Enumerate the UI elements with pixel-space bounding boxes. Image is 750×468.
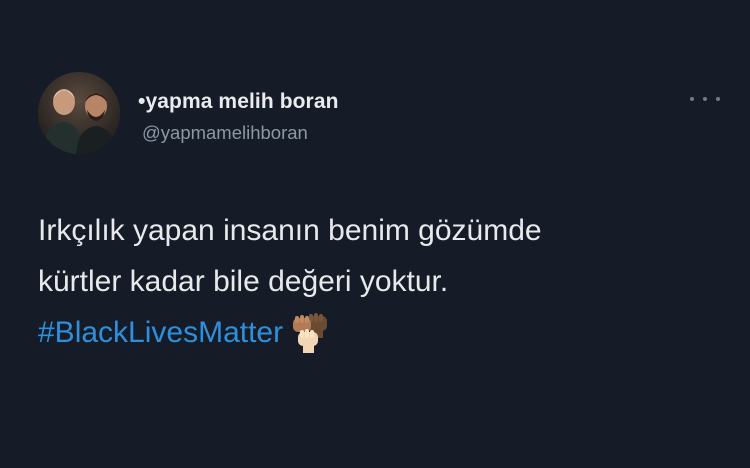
more-dot (716, 97, 720, 101)
more-options-icon[interactable] (690, 92, 720, 106)
hashtag-line: #BlackLivesMatter (38, 307, 718, 358)
tweet-text-line: Irkçılık yapan insanın benim gözümde (38, 214, 542, 247)
tweet-text-line: kürtler kadar bile değeri yoktur. (38, 265, 449, 298)
more-dot (690, 97, 694, 101)
user-handle[interactable]: @yapmamelihboran (142, 122, 308, 144)
profile-photo-icon (38, 72, 120, 154)
display-name[interactable]: •yapma melih boran (138, 90, 339, 114)
tweet-body: Irkçılık yapan insanın benim gözümde kür… (38, 205, 718, 358)
raised-fists-icon (289, 310, 333, 354)
more-dot (703, 97, 707, 101)
tweet-card: •yapma melih boran @yapmamelihboran Irkç… (0, 0, 750, 468)
hashtag-link[interactable]: #BlackLivesMatter (38, 316, 283, 349)
avatar[interactable] (38, 72, 120, 154)
